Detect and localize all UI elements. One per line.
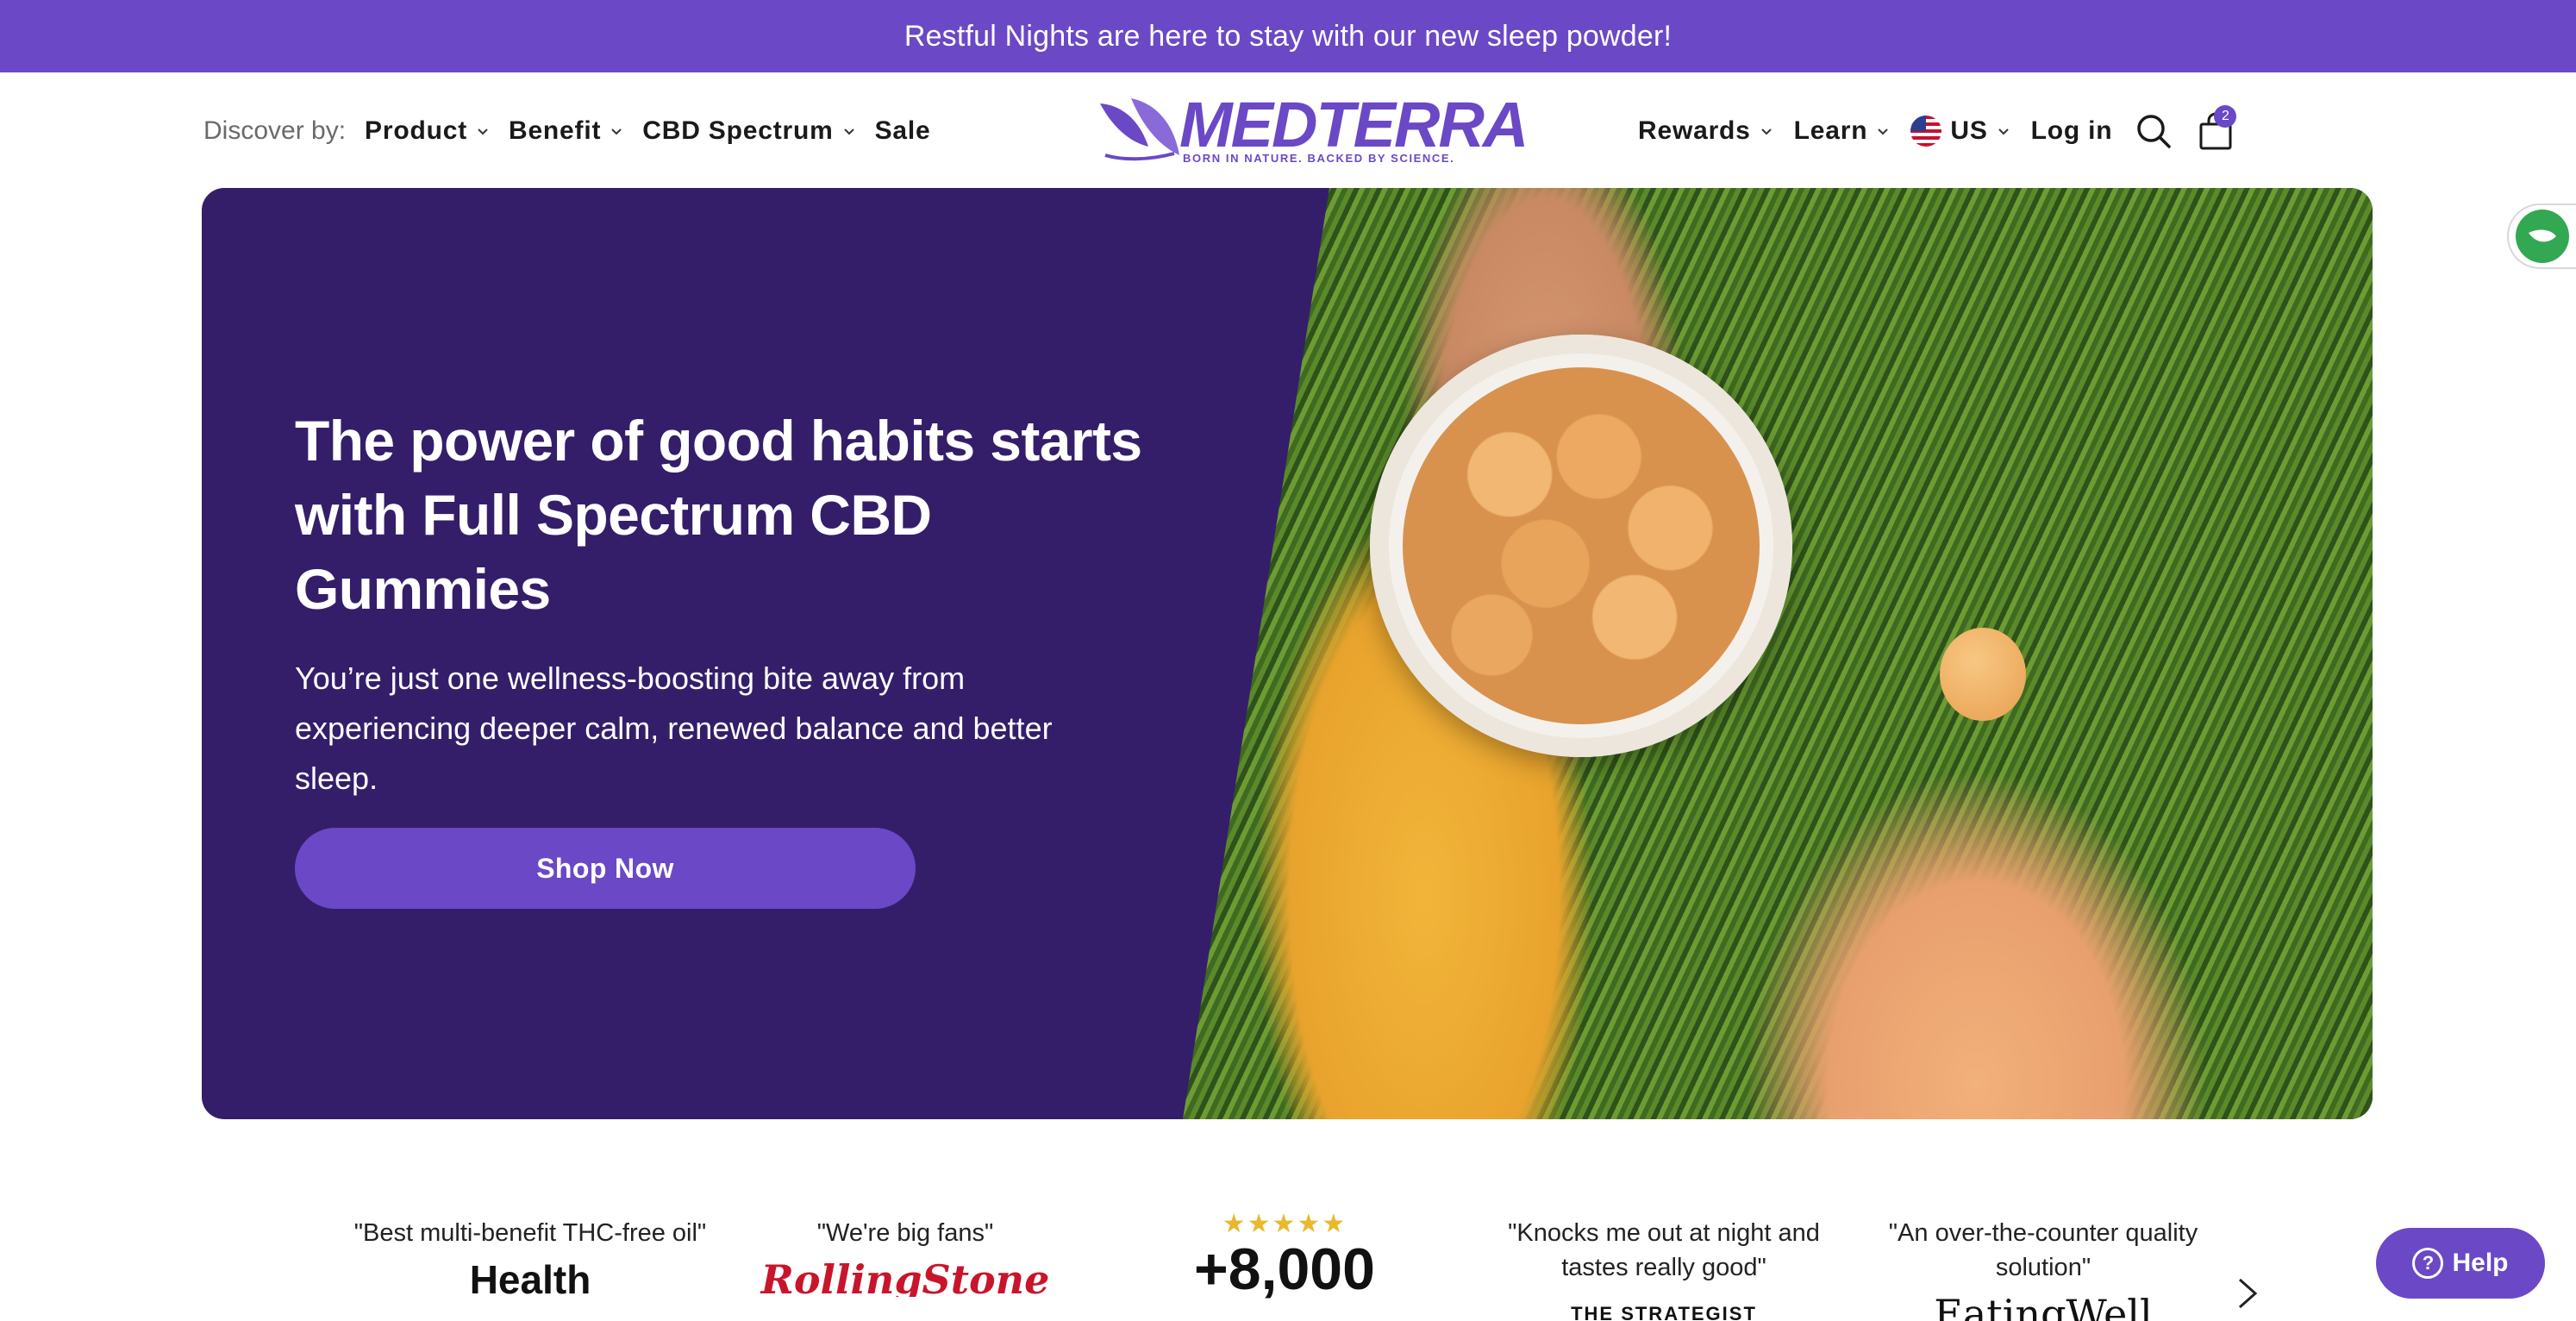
eatingwell-logo: EatingWell xyxy=(1934,1297,2153,1321)
search-button[interactable] xyxy=(2133,110,2174,152)
site-header: Discover by: Product Benefit CBD Spectru… xyxy=(0,72,2576,188)
rewards-widget-button[interactable] xyxy=(2507,203,2576,269)
help-label: Help xyxy=(2452,1249,2509,1277)
press-quote: "An over-the-counter quality solution" xyxy=(1888,1219,2198,1281)
logo-tagline: BORN IN NATURE. BACKED BY SCIENCE. xyxy=(1183,152,1455,165)
gummy-jar-image xyxy=(1370,335,1792,757)
chevron-down-icon xyxy=(478,128,488,135)
nav-cbd-spectrum-label: CBD Spectrum xyxy=(642,116,834,145)
question-icon: ? xyxy=(2412,1248,2444,1279)
chevron-right-icon[interactable] xyxy=(2233,1274,2262,1312)
cart-button[interactable]: 2 xyxy=(2195,105,2237,152)
login-link[interactable]: Log in xyxy=(2031,116,2113,146)
nav-sale[interactable]: Sale xyxy=(875,116,931,146)
announcement-bar[interactable]: Restful Nights are here to stay with our… xyxy=(0,0,2576,72)
chevron-down-icon xyxy=(611,128,622,135)
help-button[interactable]: ? Help xyxy=(2376,1228,2545,1299)
nav-cbd-spectrum[interactable]: CBD Spectrum xyxy=(642,116,855,146)
health-logo: Health xyxy=(469,1262,591,1297)
press-item-rollingstone: "We're big fans" RollingStone xyxy=(759,1216,1052,1297)
region-selector[interactable]: US xyxy=(1910,116,2010,147)
nav-rewards-label: Rewards xyxy=(1638,116,1751,145)
review-count: +8,000 xyxy=(1194,1236,1375,1302)
login-label: Log in xyxy=(2030,116,2113,145)
press-item-strategist: "Knocks me out at night and tastes reall… xyxy=(1491,1216,1836,1321)
region-label: US xyxy=(1950,116,1988,145)
press-item-health: "Best multi-benefit THC-free oil" Health xyxy=(353,1216,707,1297)
nav-right: Rewards Learn US Log in 2 xyxy=(1638,105,2237,152)
us-flag-icon xyxy=(1910,116,1942,147)
nav-benefit-label: Benefit xyxy=(508,116,602,145)
hero-subtitle: You’re just one wellness-boosting bite a… xyxy=(295,660,1053,796)
strategist-logo: THE STRATEGIST xyxy=(1571,1303,1757,1321)
announcement-text[interactable]: Restful Nights are here to stay with our… xyxy=(904,20,1672,53)
logo-wordmark: MEDTERRA xyxy=(1179,89,1529,160)
chevron-down-icon xyxy=(1998,128,2009,135)
leaf-badge-icon xyxy=(2516,210,2569,263)
hero-banner: The power of good habits starts with Ful… xyxy=(202,188,2373,1119)
hero-image xyxy=(1183,188,2373,1119)
press-quote: "We're big fans" xyxy=(816,1219,994,1247)
medterra-logo[interactable]: MEDTERRA BORN IN NATURE. BACKED BY SCIEN… xyxy=(1097,89,1529,169)
press-quote: "Best multi-benefit THC-free oil" xyxy=(353,1219,707,1247)
press-quote: "Knocks me out at night and tastes reall… xyxy=(1508,1219,1820,1281)
star-rating-icon: ★★★★★ xyxy=(1222,1210,1347,1238)
nav-left: Discover by: Product Benefit CBD Spectru… xyxy=(203,114,931,148)
search-icon xyxy=(2137,115,2172,148)
rolling-stone-logo: RollingStone xyxy=(760,1262,1050,1297)
press-item-eatingwell: "An over-the-counter quality solution" E… xyxy=(1871,1216,2216,1321)
chevron-down-icon xyxy=(843,128,854,135)
chevron-down-icon xyxy=(1760,128,1772,135)
nav-learn[interactable]: Learn xyxy=(1794,116,1891,146)
discover-label: Discover by: xyxy=(203,116,347,145)
leaf-logo-icon xyxy=(1100,98,1179,161)
gummy-image xyxy=(1940,628,2026,721)
review-rating: ★★★★★ +8,000 xyxy=(1164,1209,1405,1303)
nav-sale-label: Sale xyxy=(874,116,931,145)
nav-product-label: Product xyxy=(365,116,467,145)
nav-rewards[interactable]: Rewards xyxy=(1638,116,1773,146)
shop-now-button[interactable]: Shop Now xyxy=(295,828,916,909)
nav-learn-label: Learn xyxy=(1793,116,1868,145)
chevron-down-icon xyxy=(1878,128,1889,135)
nav-benefit[interactable]: Benefit xyxy=(509,116,623,146)
nav-product[interactable]: Product xyxy=(365,116,490,146)
hero-title: The power of good habits starts with Ful… xyxy=(295,409,1142,621)
press-carousel: "Best multi-benefit THC-free oil" Health… xyxy=(0,1164,2576,1321)
